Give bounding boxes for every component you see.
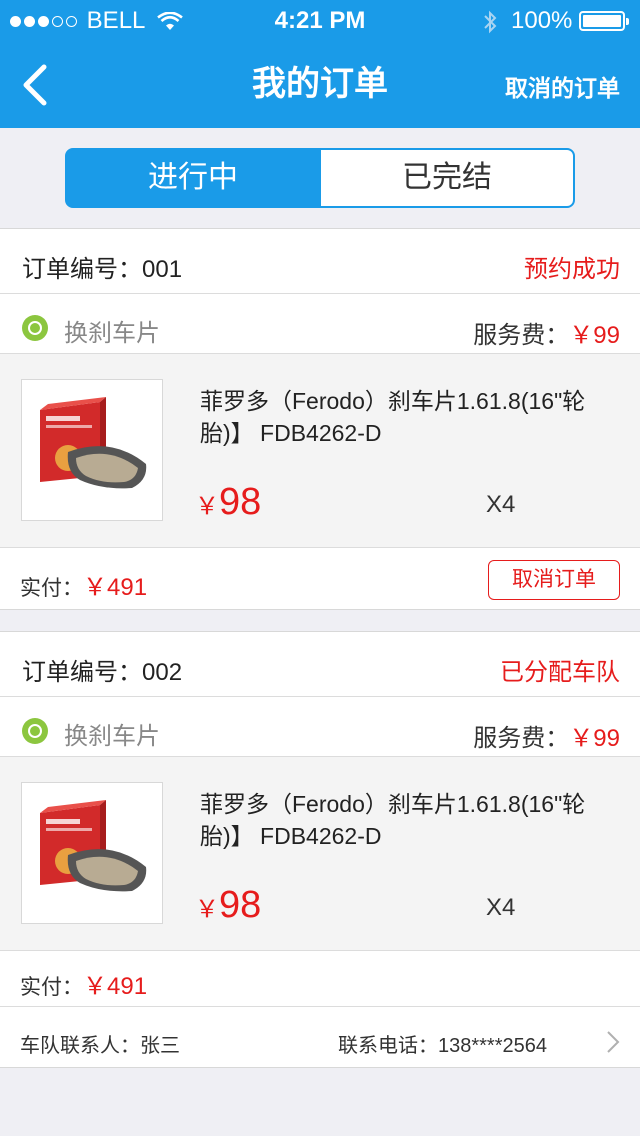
product-row[interactable]: 菲罗多（Ferodo）刹车片1.61.8(16"轮胎)】 FDB4262-D ￥…: [0, 757, 640, 950]
order-card[interactable]: 订单编号：001 预约成功 换刹车片 服务费：￥99 菲罗多（Ferodo）刹车…: [0, 228, 640, 610]
product-row[interactable]: 菲罗多（Ferodo）刹车片1.61.8(16"轮胎)】 FDB4262-D ￥…: [0, 354, 640, 547]
team-contact: 车队联系人：张三: [20, 1035, 180, 1057]
paid-amount: 实付：￥491: [20, 574, 148, 601]
tab-in-progress[interactable]: 进行中: [65, 148, 321, 208]
cancel-order-button[interactable]: 取消订单: [488, 560, 620, 600]
paid-amount: 实付：￥491: [20, 973, 148, 1000]
product-image: [21, 782, 163, 924]
brake-wheel-icon: [22, 718, 48, 744]
product-quantity: X4: [486, 894, 516, 921]
service-name: 换刹车片: [64, 320, 160, 347]
battery-icon: [579, 11, 629, 31]
product-name: 菲罗多（Ferodo）刹车片1.61.8(16"轮胎)】 FDB4262-D: [200, 791, 586, 849]
chevron-right-icon[interactable]: [606, 1030, 620, 1054]
product-name: 菲罗多（Ferodo）刹车片1.61.8(16"轮胎)】 FDB4262-D: [200, 388, 586, 446]
contact-phone[interactable]: 联系电话：138****2564: [338, 1029, 547, 1058]
order-status: 已分配车队: [500, 659, 620, 686]
order-number: 订单编号：002: [22, 659, 183, 686]
product-image: [21, 379, 163, 521]
product-quantity: X4: [486, 491, 516, 518]
order-number: 订单编号：001: [22, 256, 183, 283]
brake-wheel-icon: [22, 315, 48, 341]
cancelled-orders-link[interactable]: 取消的订单: [505, 72, 620, 104]
service-fee: 服务费：￥99: [473, 322, 620, 349]
tab-completed[interactable]: 已完结: [319, 148, 575, 208]
battery-percent: 100%: [511, 7, 573, 34]
product-price: ￥98: [195, 884, 262, 926]
order-card[interactable]: 订单编号：002 已分配车队 换刹车片 服务费：￥99 菲罗多（Ferodo）刹…: [0, 631, 640, 1068]
service-fee: 服务费：￥99: [473, 725, 620, 752]
product-price: ￥98: [195, 481, 262, 523]
service-name: 换刹车片: [64, 723, 160, 750]
top-bar: BELL 4:21 PM 100% 我的订单 取消的订单: [0, 0, 640, 128]
bluetooth-icon: [484, 10, 497, 34]
order-status: 预约成功: [524, 256, 620, 283]
